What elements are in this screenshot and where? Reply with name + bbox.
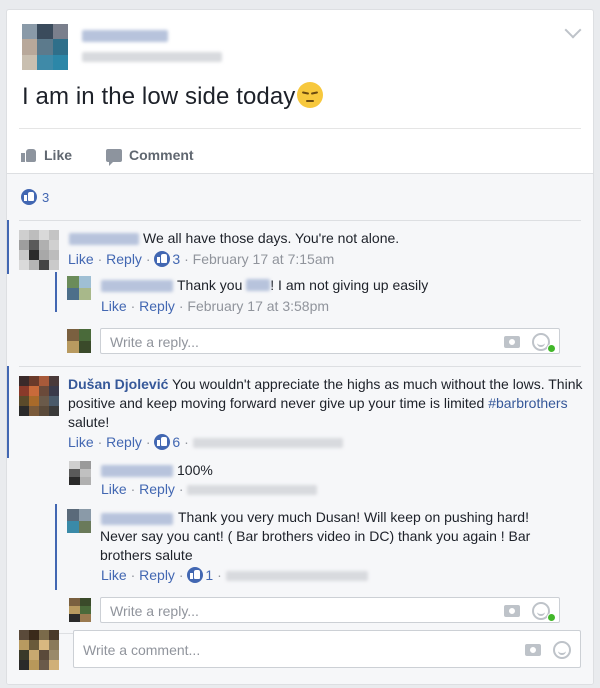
- camera-icon[interactable]: [504, 336, 520, 348]
- reply-reply-link[interactable]: Reply: [139, 481, 175, 497]
- reply-input[interactable]: [108, 602, 472, 620]
- reply-like-link[interactable]: Like: [101, 298, 127, 314]
- reply-text-part: ! I am not giving up easily: [270, 277, 429, 293]
- reply-box[interactable]: [100, 328, 560, 354]
- post-text: I am in the low side today: [22, 82, 324, 111]
- post-options-chevron-icon[interactable]: [564, 21, 582, 39]
- comments-area: 3 We all have those days. You're not alo…: [7, 173, 593, 684]
- comment-author-name[interactable]: Dušan Djolević: [68, 376, 168, 392]
- reactions-separator: [19, 220, 581, 221]
- reply-meta: Like · Reply · February 17 at 3:58pm: [101, 298, 330, 314]
- reaction-count: 3: [42, 189, 50, 205]
- reply-author-name-redacted[interactable]: [101, 465, 173, 477]
- divider-top: [19, 128, 581, 129]
- write-comment-box[interactable]: [73, 630, 581, 668]
- reply-author-name-redacted[interactable]: [101, 280, 173, 292]
- write-comment-row: [19, 630, 583, 670]
- speech-bubble-icon: [106, 148, 123, 166]
- reply-text-content: Thank you very much Dusan! Will keep on …: [100, 509, 531, 563]
- reaction-summary[interactable]: 3: [21, 189, 49, 205]
- comment-like-link[interactable]: Like: [68, 434, 94, 450]
- like-button[interactable]: Like: [21, 147, 72, 163]
- reply-avatar[interactable]: [67, 509, 91, 533]
- comment-text: Dušan Djolević You wouldn't appreciate t…: [68, 375, 583, 432]
- comment-meta: Like · Reply · 6 ·: [68, 434, 343, 450]
- reply-like-link[interactable]: Like: [101, 567, 127, 583]
- comment-text: We all have those days. You're not alone…: [143, 229, 399, 248]
- post-text-content: I am in the low side today: [22, 83, 296, 110]
- comment-meta: Like · Reply · 3 · February 17 at 7:15am: [68, 251, 335, 267]
- author-avatar[interactable]: [22, 24, 68, 70]
- reply-avatar[interactable]: [69, 461, 91, 485]
- reply-reply-link[interactable]: Reply: [139, 298, 175, 314]
- comment-avatar[interactable]: [19, 230, 59, 270]
- comment-like-count[interactable]: 6: [172, 434, 180, 450]
- reply-text-content: 100%: [177, 462, 213, 478]
- commenter-name-redacted[interactable]: [69, 233, 139, 245]
- comment-thread-line: [7, 366, 9, 458]
- reply-text: 100%: [177, 461, 213, 480]
- reply-timestamp-redacted[interactable]: [225, 571, 368, 581]
- like-reaction-icon: [21, 189, 37, 205]
- reply-text: Thank you ! I am not giving up easily: [177, 276, 428, 295]
- reply-meta: Like · Reply · 1 ·: [101, 567, 368, 583]
- my-avatar: [19, 630, 59, 670]
- comment-text-content: We all have those days. You're not alone…: [143, 230, 400, 246]
- post-card: I am in the low side today Like Comment …: [6, 9, 594, 685]
- comment-text-end: salute!: [68, 414, 110, 430]
- my-avatar-small: [69, 598, 91, 622]
- camera-icon[interactable]: [525, 644, 541, 656]
- pensive-face-icon: [297, 82, 324, 108]
- comment-thread-line: [7, 220, 9, 274]
- like-reaction-icon: [154, 251, 171, 267]
- reply-avatar[interactable]: [67, 276, 91, 300]
- online-status-dot: [547, 344, 556, 353]
- online-status-dot: [547, 613, 556, 622]
- reply-box[interactable]: [100, 597, 560, 623]
- author-name-redacted[interactable]: [82, 30, 168, 42]
- reply-thread-line: [55, 504, 57, 590]
- hashtag-link[interactable]: #barbrothers: [488, 395, 567, 411]
- comment-like-count[interactable]: 3: [172, 251, 180, 267]
- my-avatar-small: [67, 329, 91, 353]
- comment-timestamp[interactable]: February 17 at 7:15am: [193, 251, 335, 267]
- reply-thread-line: [55, 272, 57, 312]
- like-reaction-icon: [154, 434, 171, 450]
- reply-reply-link[interactable]: Reply: [139, 567, 175, 583]
- comment-like-link[interactable]: Like: [68, 251, 94, 267]
- like-reaction-icon: [187, 567, 204, 583]
- comment-separator: [19, 366, 581, 367]
- reply-input[interactable]: [108, 333, 472, 351]
- like-button-label: Like: [44, 147, 73, 163]
- thumbs-up-icon: [21, 148, 37, 162]
- post-actions: Like Comment: [21, 138, 194, 172]
- comment-timestamp-redacted[interactable]: [192, 438, 343, 448]
- comment-button-label: Comment: [129, 147, 194, 163]
- camera-icon[interactable]: [504, 605, 520, 617]
- reply-text-part: Thank you: [177, 277, 247, 293]
- reply-like-count[interactable]: 1: [205, 567, 213, 583]
- reply-timestamp-redacted[interactable]: [187, 485, 318, 495]
- emoji-smiley-icon[interactable]: [553, 641, 571, 659]
- comment-reply-link[interactable]: Reply: [106, 251, 142, 267]
- write-comment-input[interactable]: [81, 641, 485, 659]
- reply-text: Thank you very much Dusan! Will keep on …: [100, 508, 540, 565]
- reply-timestamp[interactable]: February 17 at 3:58pm: [187, 298, 329, 314]
- post-timestamp-redacted[interactable]: [82, 52, 222, 62]
- comment-button[interactable]: Comment: [106, 147, 194, 166]
- mention-redacted[interactable]: [246, 279, 271, 291]
- comment-reply-link[interactable]: Reply: [106, 434, 142, 450]
- comment-avatar-dusan[interactable]: [19, 376, 59, 416]
- reply-like-link[interactable]: Like: [101, 481, 127, 497]
- reply-meta: Like · Reply ·: [101, 481, 318, 497]
